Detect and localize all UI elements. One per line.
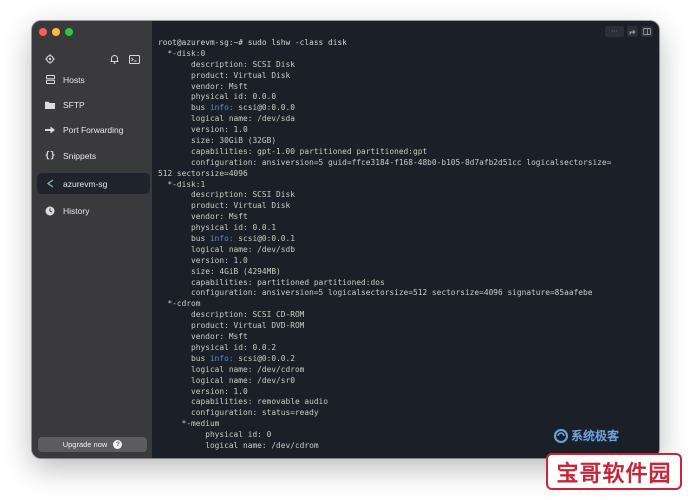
watermark-blue: 系统极客 <box>553 427 619 444</box>
sidebar-item-label: azurevm-sg <box>63 178 108 189</box>
terminal-line: capabilities: partitioned partitioned:do… <box>158 277 385 287</box>
terminal-line: physical id: 0.0.2 <box>158 342 277 352</box>
window-controls <box>39 28 73 36</box>
terminal-line: bus info: scsi@0:0.0.0 <box>158 103 295 113</box>
sidebar-item-label: Port Forwarding <box>63 124 124 135</box>
terminal-line: size: 30GiB (32GB) <box>158 136 277 146</box>
terminal-line: version: 1.0 <box>158 125 248 135</box>
terminal-line: vendor: Msft <box>158 212 248 222</box>
close-window-button[interactable] <box>39 28 47 36</box>
sidebar-item-hosts[interactable]: Hosts <box>37 69 150 90</box>
sidebar-item-label: Snippets <box>63 150 97 161</box>
terminal-line: vendor: Msft <box>158 332 248 342</box>
terminal-line: *-cdrom <box>158 299 201 309</box>
sidebar-item-sftp[interactable]: SFTP <box>37 94 150 115</box>
terminal-line: configuration: ansiversion=5 guid=ffce31… <box>158 157 612 167</box>
terminal-line: product: Virtual DVD-ROM <box>158 321 305 331</box>
terminal-line: physical id: 0.0.0 <box>158 92 277 102</box>
terminal-icon[interactable] <box>127 52 141 66</box>
sidebar-item-history[interactable]: History <box>37 200 150 221</box>
terminal-line: logical name: /dev/cdrom <box>158 364 305 374</box>
share-arrow-icon[interactable] <box>627 26 638 37</box>
terminal-line: product: Virtual Disk <box>158 201 291 211</box>
terminal-line: root@azurevm-sg:~# sudo lshw -class disk <box>158 38 347 47</box>
terminal-session-icon <box>45 179 55 189</box>
sidebar-item-label: SFTP <box>63 99 85 110</box>
terminal-line: logical name: /dev/sr0 <box>158 375 295 385</box>
terminal-line: physical id: 0.0.1 <box>158 223 277 233</box>
terminal-line: capabilities: removable audio <box>158 397 329 407</box>
swirl-logo-icon <box>553 428 568 443</box>
watermark-blue-text: 系统极客 <box>570 429 619 443</box>
clock-icon <box>45 206 55 216</box>
folder-icon <box>45 100 55 110</box>
terminal-line: description: SCSI Disk <box>158 59 295 69</box>
terminal-line: product: Virtual Disk <box>158 70 291 80</box>
sidebar-item-label: Hosts <box>63 74 85 85</box>
terminal-dots-icon[interactable]: ··· <box>605 26 624 37</box>
terminal-line: *-disk:1 <box>158 179 206 189</box>
hosts-icon <box>45 75 55 85</box>
sidebar-item-snippets[interactable]: {} Snippets <box>37 145 150 166</box>
sidebar-item-port-forwarding[interactable]: Port Forwarding <box>37 119 150 140</box>
terminal-line: capabilities: gpt-1.00 partitioned parti… <box>158 146 428 156</box>
gear-icon[interactable] <box>43 52 57 66</box>
app-window: Hosts SFTP Port Forwarding {} Snippets a… <box>32 21 659 458</box>
terminal-line: configuration: ansiversion=5 logicalsect… <box>158 288 593 298</box>
terminal-line: logical name: /dev/sda <box>158 114 295 124</box>
terminal-line: version: 1.0 <box>158 255 248 265</box>
sidebar-item-azurevm-sg[interactable]: azurevm-sg <box>37 173 150 194</box>
arrow-right-icon <box>45 125 55 135</box>
braces-icon: {} <box>44 150 56 161</box>
sidebar-toolbar <box>32 52 152 66</box>
zoom-window-button[interactable] <box>65 28 73 36</box>
terminal-line: logical name: /dev/sdb <box>158 244 295 254</box>
terminal-line: configuration: status=ready <box>158 408 319 418</box>
terminal-line: 512 sectorsize=4096 <box>158 168 248 178</box>
terminal-output[interactable]: root@azurevm-sg:~# sudo lshw -class disk… <box>158 38 657 452</box>
terminal-line: description: SCSI Disk <box>158 190 295 200</box>
sidebar: Hosts SFTP Port Forwarding {} Snippets a… <box>32 21 152 458</box>
upgrade-button[interactable]: Upgrade now ? <box>38 437 147 452</box>
help-icon: ? <box>113 440 123 449</box>
bell-icon[interactable] <box>107 52 121 66</box>
terminal-toolbar: ··· <box>605 26 653 37</box>
terminal-line: description: SCSI CD-ROM <box>158 310 305 320</box>
terminal-line: bus info: scsi@0:0.0.1 <box>158 234 295 244</box>
terminal-line: *-disk:0 <box>158 48 206 58</box>
terminal-line: vendor: Msft <box>158 81 248 91</box>
sidebar-item-label: History <box>63 205 90 216</box>
terminal-line: size: 4GiB (4294MB) <box>158 266 281 276</box>
split-view-icon[interactable] <box>641 26 653 37</box>
terminal-pane[interactable]: ··· root@azurevm-sg:~# sudo lshw -class … <box>152 21 659 458</box>
minimize-window-button[interactable] <box>52 28 60 36</box>
terminal-line: version: 1.0 <box>158 386 248 396</box>
watermark-stamp: 宝哥软件园 <box>546 453 682 490</box>
upgrade-label: Upgrade now <box>62 440 108 449</box>
terminal-line: bus info: scsi@0:0.0.2 <box>158 353 295 363</box>
